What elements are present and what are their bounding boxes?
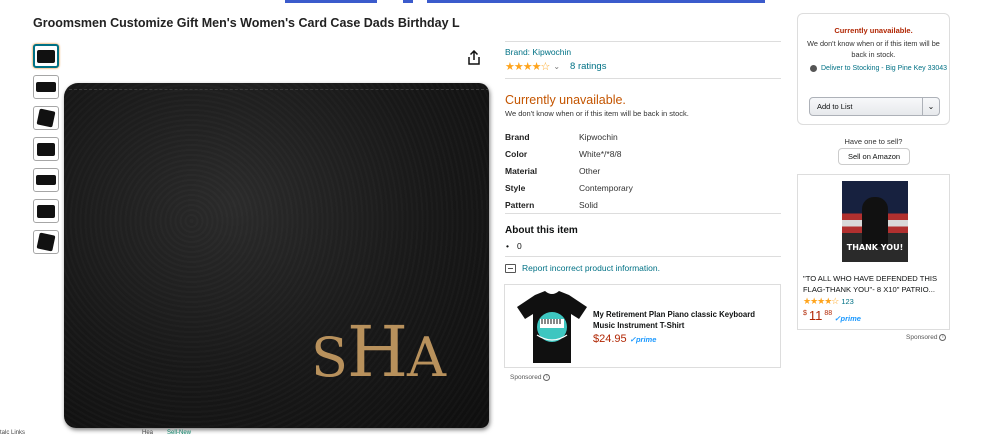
buy-box: Currently unavailable. We don't know whe… xyxy=(797,13,950,125)
sell-on-amazon-button[interactable]: Sell on Amazon xyxy=(838,148,910,165)
divider xyxy=(505,78,781,79)
product-specs-table: Brand Kipwochin Color White*/*8/8 Material… xyxy=(505,128,633,213)
add-to-list-button[interactable]: Add to List ⌄ xyxy=(809,97,940,116)
spec-row: Style Contemporary xyxy=(505,182,633,193)
side-sponsored-label[interactable]: Sponsored i xyxy=(906,334,947,341)
thumbnail-7[interactable] xyxy=(33,230,59,254)
star-rating-icon: ★★★★☆ xyxy=(803,296,839,306)
star-rating-icon: ★★★★☆ xyxy=(505,61,550,73)
brand-link[interactable]: Brand: Kipwochin xyxy=(505,47,571,57)
availability-status: Currently unavailable. xyxy=(505,93,626,107)
chevron-down-icon[interactable]: ⌄ xyxy=(553,62,560,71)
spec-row: Color White*/*8/8 xyxy=(505,148,622,159)
ratings-count-link[interactable]: 8 ratings xyxy=(570,61,606,72)
side-ad-rating[interactable]: ★★★★☆ 123 xyxy=(803,296,854,307)
have-one-to-sell-text: Have one to sell? xyxy=(844,137,903,146)
share-icon[interactable] xyxy=(466,50,482,66)
top-nav-bar xyxy=(285,0,765,3)
thumbnail-6[interactable] xyxy=(33,199,59,223)
thumbnail-2[interactable] xyxy=(33,75,59,99)
thumbnail-strip xyxy=(33,44,59,261)
comment-icon xyxy=(505,263,516,273)
ad-product-title[interactable]: My Retirement Plan Piano classic Keyboar… xyxy=(593,309,773,331)
divider xyxy=(505,256,781,257)
divider xyxy=(505,213,781,214)
sponsored-label[interactable]: Sponsored i xyxy=(510,374,551,381)
spec-row: Material Other xyxy=(505,165,601,176)
info-icon[interactable]: i xyxy=(939,334,947,341)
prime-badge: ✓prime xyxy=(834,314,861,323)
buybox-availability-note: We don't know when or if this item will … xyxy=(807,39,940,59)
deliver-to-link[interactable]: Deliver to Stocking - Big Pine Key 33043 xyxy=(810,63,947,74)
sponsored-product-card[interactable]: My Retirement Plan Piano classic Keyboar… xyxy=(504,284,781,368)
prime-badge: ✓prime xyxy=(629,335,657,344)
sidebar-sponsored-card[interactable]: THANK YOU! "TO ALL WHO HAVE DEFENDED THI… xyxy=(797,174,950,330)
rating-summary[interactable]: ★★★★☆ ⌄ 8 ratings xyxy=(505,60,606,73)
divider xyxy=(505,41,781,42)
about-heading: About this item xyxy=(505,225,578,236)
spec-row: Pattern Solid xyxy=(505,199,598,210)
side-ad-title[interactable]: "TO ALL WHO HAVE DEFENDED THIS FLAG-THAN… xyxy=(803,273,949,295)
flag-poster-image[interactable]: THANK YOU! xyxy=(842,181,908,262)
availability-note: We don't know when or if this item will … xyxy=(505,109,689,118)
thumbnail-5[interactable] xyxy=(33,168,59,192)
thumbnail-1[interactable] xyxy=(33,44,59,68)
wallet-monogram: SHA xyxy=(311,311,446,393)
location-pin-icon xyxy=(810,65,817,72)
thumbnail-4[interactable] xyxy=(33,137,59,161)
thumbnail-3[interactable] xyxy=(33,106,59,130)
tshirt-image[interactable] xyxy=(513,289,591,365)
report-link[interactable]: Report incorrect product information. xyxy=(505,263,660,273)
info-icon[interactable]: i xyxy=(543,374,551,381)
spec-row: Brand Kipwochin xyxy=(505,131,618,142)
chevron-down-icon[interactable]: ⌄ xyxy=(922,98,939,115)
product-title: Groomsmen Customize Gift Men's Women's C… xyxy=(33,16,460,30)
bottom-cut-off-strip: talc Links Hea Sell-New xyxy=(0,430,192,436)
ad-price: $24.95 ✓prime xyxy=(593,333,657,345)
buybox-availability: Currently unavailable. xyxy=(834,26,913,35)
side-ad-price: $11 88 ✓prime xyxy=(803,308,861,323)
product-main-image[interactable]: SHA xyxy=(64,83,489,428)
about-list-item: • 0 xyxy=(506,241,522,251)
